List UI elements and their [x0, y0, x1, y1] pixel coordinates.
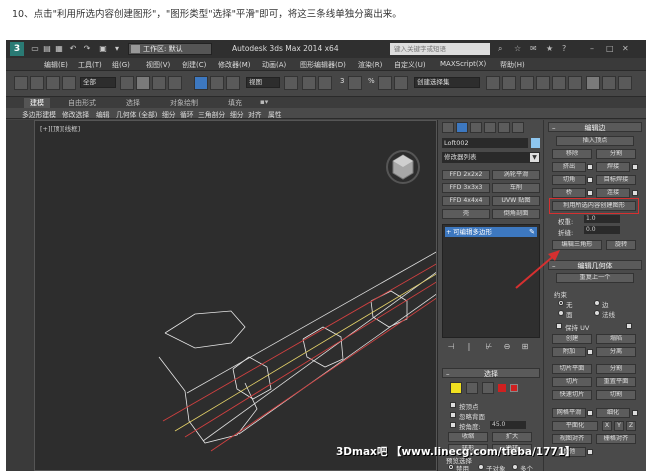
- annotation-arrow-overlay: [515, 250, 560, 289]
- tutorial-caption: 10、点击"利用所选内容创建图形"，"图形类型"选择"平滑"即可，将这三条线单独…: [12, 9, 402, 20]
- app-window: 3 ▭ ▤ ▦ ↶ ↷ ▣ ▾ 工作区: 默认 Autodesk 3ds Max…: [6, 40, 646, 471]
- watermark-text: 3Dmax吧 【www.linecg.com/tieba/1771】: [336, 446, 576, 458]
- annotation-arrow-line: [515, 253, 557, 289]
